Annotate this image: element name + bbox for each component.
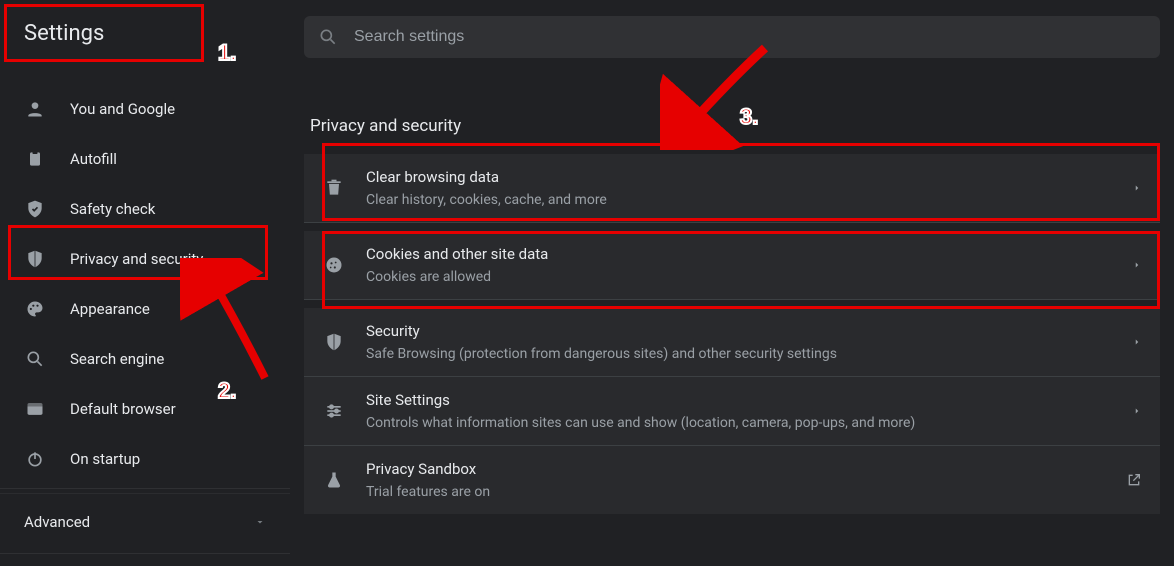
shield-icon (322, 332, 346, 352)
shield-check-icon (24, 198, 46, 220)
shield-icon (24, 248, 46, 270)
chevron-right-icon (1132, 260, 1142, 270)
card-subtitle: Safe Browsing (protection from dangerous… (366, 346, 1112, 362)
card-text: Privacy Sandbox Trial features are on (366, 460, 1106, 500)
sidebar-advanced-toggle[interactable]: Advanced (0, 493, 290, 549)
browser-icon (24, 398, 46, 420)
sidebar-items: You and Google Autofill Safety check Pri… (0, 66, 290, 484)
section-title-privacy: Privacy and security (310, 116, 1160, 136)
card-text: Security Safe Browsing (protection from … (366, 322, 1112, 362)
sidebar-item-search-engine[interactable]: Search engine (0, 334, 290, 384)
card-site-settings[interactable]: Site Settings Controls what information … (304, 377, 1160, 446)
card-title: Clear browsing data (366, 168, 1112, 186)
external-link-icon (1126, 472, 1142, 488)
card-title: Cookies and other site data (366, 245, 1112, 263)
sidebar-item-label: Autofill (70, 150, 117, 168)
sidebar-item-label: Search engine (70, 350, 164, 368)
card-subtitle: Controls what information sites can use … (366, 415, 1112, 431)
main-panel: Privacy and security Clear browsing data… (290, 0, 1174, 566)
sidebar-item-safety-check[interactable]: Safety check (0, 184, 290, 234)
sliders-icon (322, 401, 346, 421)
card-subtitle: Clear history, cookies, cache, and more (366, 192, 1112, 208)
cookie-icon (322, 255, 346, 275)
sidebar-item-appearance[interactable]: Appearance (0, 284, 290, 334)
person-icon (24, 98, 46, 120)
advanced-label: Advanced (24, 513, 90, 531)
sidebar-item-label: You and Google (70, 100, 175, 118)
card-subtitle: Cookies are allowed (366, 269, 1112, 285)
sidebar-item-default-browser[interactable]: Default browser (0, 384, 290, 434)
card-text: Clear browsing data Clear history, cooki… (366, 168, 1112, 208)
card-clear-browsing-data[interactable]: Clear browsing data Clear history, cooki… (304, 154, 1160, 223)
sidebar-item-label: Appearance (70, 300, 150, 318)
sidebar-item-label: Default browser (70, 400, 176, 418)
search-bar[interactable] (304, 16, 1160, 58)
card-text: Site Settings Controls what information … (366, 391, 1112, 431)
search-icon (24, 348, 46, 370)
sidebar-item-label: Safety check (70, 200, 155, 218)
clipboard-icon (24, 148, 46, 170)
sidebar-item-on-startup[interactable]: On startup (0, 434, 290, 484)
chevron-right-icon (1132, 183, 1142, 193)
chevron-right-icon (1132, 337, 1142, 347)
card-text: Cookies and other site data Cookies are … (366, 245, 1112, 285)
card-privacy-sandbox[interactable]: Privacy Sandbox Trial features are on (304, 446, 1160, 514)
sidebar-item-label: On startup (70, 450, 140, 468)
card-title: Privacy Sandbox (366, 460, 1106, 478)
chevron-down-icon (254, 516, 266, 528)
chevron-right-icon (1132, 406, 1142, 416)
sidebar-item-privacy-security[interactable]: Privacy and security (0, 234, 290, 284)
trash-icon (322, 178, 346, 198)
settings-sidebar: Settings You and Google Autofill Safety … (0, 0, 290, 566)
card-cookies[interactable]: Cookies and other site data Cookies are … (304, 231, 1160, 300)
card-security[interactable]: Security Safe Browsing (protection from … (304, 308, 1160, 377)
search-input[interactable] (354, 28, 1146, 46)
sidebar-item-label: Privacy and security (70, 250, 203, 268)
privacy-card-list: Clear browsing data Clear history, cooki… (304, 154, 1160, 514)
settings-title: Settings (0, 0, 290, 66)
search-icon (318, 27, 338, 47)
card-subtitle: Trial features are on (366, 484, 1106, 500)
sidebar-separator (0, 553, 290, 554)
sidebar-item-autofill[interactable]: Autofill (0, 134, 290, 184)
card-title: Security (366, 322, 1112, 340)
card-title: Site Settings (366, 391, 1112, 409)
palette-icon (24, 298, 46, 320)
flask-icon (322, 470, 346, 490)
power-icon (24, 448, 46, 470)
sidebar-item-you-and-google[interactable]: You and Google (0, 84, 290, 134)
sidebar-separator (0, 488, 290, 489)
